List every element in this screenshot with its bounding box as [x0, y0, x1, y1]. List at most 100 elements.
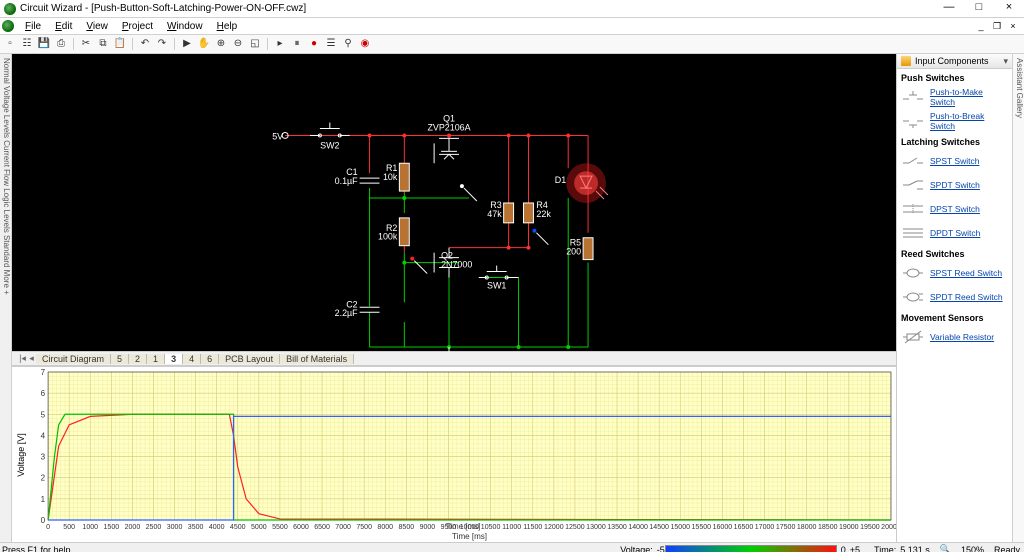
- folder-icon: [901, 56, 911, 66]
- cut-button[interactable]: ✂: [79, 37, 93, 51]
- label-r2v: 100k: [378, 232, 398, 242]
- zoom-out-tool[interactable]: ⊖: [231, 37, 245, 51]
- menu-help[interactable]: Help: [210, 21, 245, 32]
- label-c2v: 2.2µF: [335, 308, 359, 318]
- sheet-tabs: |◂ ◂ Circuit Diagram 5 2 1 3 4 6 PCB Lay…: [12, 351, 896, 366]
- app-icon: [4, 3, 16, 15]
- right-mode-strip[interactable]: Assistant Gallery: [1012, 54, 1024, 542]
- tab-circuit-diagram[interactable]: Circuit Diagram: [36, 354, 111, 364]
- reed-icon: [901, 265, 925, 281]
- svg-text:2: 2: [41, 474, 46, 483]
- maximize-button[interactable]: □: [964, 0, 994, 17]
- status-ready: Ready: [994, 545, 1020, 552]
- component-palette: Input Components ▾ Push Switches Push-to…: [896, 54, 1012, 542]
- save-button[interactable]: 💾: [37, 37, 51, 51]
- label-r1v: 10k: [383, 172, 398, 182]
- pan-tool[interactable]: ✋: [197, 37, 211, 51]
- label-q1p: ZVP2106A: [427, 122, 470, 132]
- item-push-to-break[interactable]: Push-to-Break Switch: [897, 109, 1012, 133]
- svg-text:5: 5: [41, 410, 46, 419]
- graph-panel: Voltage [V] 0123456705001000150020002500…: [12, 366, 896, 542]
- probe-2[interactable]: [532, 229, 548, 245]
- print-button[interactable]: ⎙: [54, 37, 68, 51]
- status-bar: Press F1 for help Voltage: -5 0 +5 Time:…: [0, 542, 1024, 552]
- tab-6[interactable]: 6: [201, 354, 219, 364]
- probe-3[interactable]: [410, 257, 427, 274]
- tab-2[interactable]: 2: [129, 354, 147, 364]
- mdi-restore-button[interactable]: ❐: [990, 21, 1004, 32]
- undo-button[interactable]: ↶: [138, 37, 152, 51]
- left-mode-strip[interactable]: Normal Voltage Levels Current Flow Logic…: [0, 54, 12, 542]
- stop-sim-button[interactable]: ●: [307, 37, 321, 51]
- svg-text:6: 6: [41, 389, 46, 398]
- switch-icon: [901, 89, 925, 105]
- graph-plot[interactable]: 0123456705001000150020002500300035004000…: [30, 367, 896, 542]
- menu-edit[interactable]: Edit: [48, 21, 79, 32]
- tab-5[interactable]: 5: [111, 354, 129, 364]
- switch-icon: [901, 201, 925, 217]
- item-push-to-make[interactable]: Push-to-Make Switch: [897, 85, 1012, 109]
- item-spst-reed[interactable]: SPST Reed Switch: [897, 261, 1012, 285]
- tab-bill-of-materials[interactable]: Bill of Materials: [280, 354, 354, 364]
- schematic-canvas[interactable]: 5V SW2 Q1 ZVP2106A C1 0.1µF R1 10k: [12, 54, 896, 351]
- label-d1: D1: [555, 175, 566, 185]
- switch-icon: [901, 153, 925, 169]
- palette-dropdown-icon[interactable]: ▾: [999, 56, 1012, 67]
- zoom-fit-tool[interactable]: ◱: [248, 37, 262, 51]
- copy-button[interactable]: ⧉: [96, 37, 110, 51]
- label-c1v: 0.1µF: [335, 176, 359, 186]
- run-sim-button[interactable]: ▸: [273, 37, 287, 51]
- menu-view[interactable]: View: [79, 21, 115, 32]
- mdi-close-button[interactable]: ×: [1006, 21, 1020, 32]
- tab-4[interactable]: 4: [183, 354, 201, 364]
- chart-button[interactable]: ☰: [324, 37, 338, 51]
- menu-project[interactable]: Project: [115, 21, 160, 32]
- section-reed-switches: Reed Switches: [897, 245, 1012, 261]
- reed-icon: [901, 289, 925, 305]
- vmid: 0: [837, 545, 850, 552]
- paste-button[interactable]: 📋: [113, 37, 127, 51]
- zoom-out-icon[interactable]: 🔍: [930, 544, 951, 552]
- zoom-in-tool[interactable]: ⊕: [214, 37, 228, 51]
- label-r5v: 200: [566, 247, 581, 257]
- tab-nav-first[interactable]: |◂: [18, 353, 27, 364]
- tab-nav-prev[interactable]: ◂: [27, 353, 36, 364]
- pause-sim-button[interactable]: ⏸: [290, 37, 304, 51]
- label-sw1: SW1: [487, 280, 506, 290]
- tab-3[interactable]: 3: [165, 354, 183, 364]
- svg-text:3: 3: [41, 453, 46, 462]
- item-variable-resistor[interactable]: Variable Resistor: [897, 325, 1012, 349]
- open-button[interactable]: ☷: [20, 37, 34, 51]
- record-button[interactable]: ◉: [358, 37, 372, 51]
- resistor-icon: [901, 329, 925, 345]
- vmin: -5: [657, 545, 665, 552]
- item-dpdt-switch[interactable]: DPDT Switch: [897, 221, 1012, 245]
- voltage-label: Voltage:: [620, 545, 657, 552]
- tab-pcb-layout[interactable]: PCB Layout: [219, 354, 280, 364]
- tab-1[interactable]: 1: [147, 354, 165, 364]
- switch-icon: [901, 177, 925, 193]
- close-button[interactable]: ×: [994, 0, 1024, 17]
- svg-text:1: 1: [41, 495, 46, 504]
- item-spdt-switch[interactable]: SPDT Switch: [897, 173, 1012, 197]
- menu-window[interactable]: Window: [160, 21, 210, 32]
- minimize-button[interactable]: —: [934, 0, 964, 17]
- label-q2p: 2N7000: [441, 260, 472, 270]
- new-button[interactable]: ▫: [3, 37, 17, 51]
- item-dpst-switch[interactable]: DPST Switch: [897, 197, 1012, 221]
- time-value: 5.131 s: [896, 545, 930, 552]
- redo-button[interactable]: ↷: [155, 37, 169, 51]
- switch-icon: [901, 113, 925, 129]
- pointer-tool[interactable]: ▶: [180, 37, 194, 51]
- item-spst-switch[interactable]: SPST Switch: [897, 149, 1012, 173]
- zoom-value[interactable]: 150%: [951, 545, 994, 552]
- graph-xlabel: Time [ms]: [446, 522, 481, 531]
- probe-button[interactable]: ⚲: [341, 37, 355, 51]
- section-movement-sensors: Movement Sensors: [897, 309, 1012, 325]
- svg-text:4: 4: [41, 431, 46, 440]
- menu-file[interactable]: File: [18, 21, 48, 32]
- window-title: Circuit Wizard - [Push-Button-Soft-Latch…: [20, 3, 934, 14]
- mdi-minimize-button[interactable]: _: [974, 21, 988, 32]
- label-r4v: 22k: [536, 209, 551, 219]
- item-spdt-reed[interactable]: SPDT Reed Switch: [897, 285, 1012, 309]
